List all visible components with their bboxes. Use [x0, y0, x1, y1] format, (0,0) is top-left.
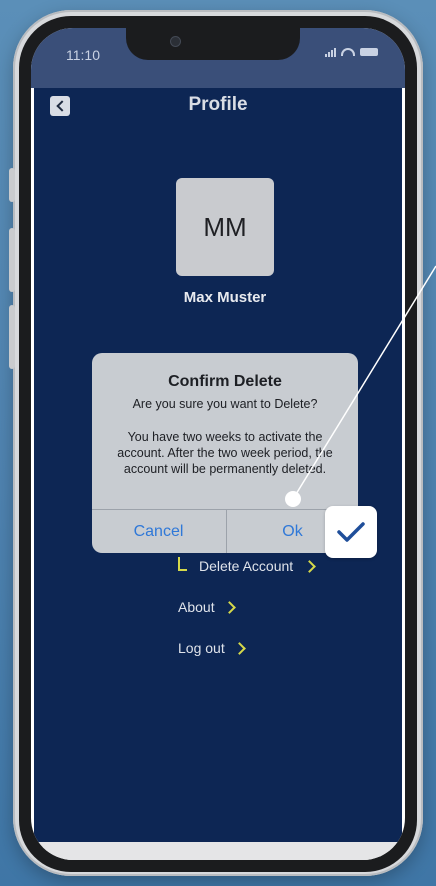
tap-indicator: [285, 491, 301, 507]
checkmark-icon: [337, 522, 365, 542]
annotation-pointer-line: [292, 265, 436, 500]
checkmark-badge: [325, 506, 377, 558]
